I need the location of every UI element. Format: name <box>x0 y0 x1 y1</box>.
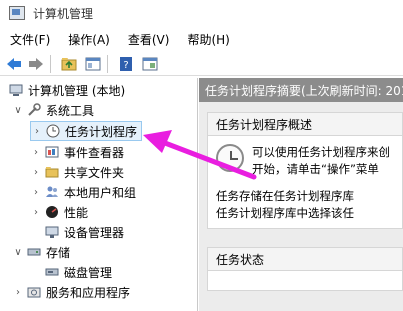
chevron-down-icon[interactable]: ∨ <box>12 105 24 116</box>
summary-header: 任务计划程序摘要(上次刷新时间: 2017 <box>199 78 403 102</box>
chevron-right-icon[interactable]: › <box>30 147 42 158</box>
tree-item-device-manager[interactable]: 设备管理器 <box>42 222 124 242</box>
summary-body: 任务计划程序概述 可以使用任务计划程序来创 开始，请单击“操作”菜单 任务存储在… <box>199 102 403 311</box>
toolbar-separator <box>50 54 51 73</box>
toolbar-separator <box>107 54 108 73</box>
computer-management-icon <box>9 6 25 20</box>
tree-item-root[interactable]: 计算机管理 (本地) <box>6 80 125 100</box>
shared-folder-icon <box>45 165 59 179</box>
tree-label-device-manager: 设备管理器 <box>64 225 125 240</box>
console-tree-icon[interactable] <box>83 54 103 74</box>
tree-label-storage: 存储 <box>46 245 71 260</box>
tree-item-storage[interactable]: ∨ 存储 <box>12 242 70 262</box>
services-icon <box>27 285 41 299</box>
tree-item-local-users[interactable]: › 本地用户和组 <box>30 182 136 202</box>
tree-label-task-scheduler: 任务计划程序 <box>65 124 138 139</box>
tree-item-event-viewer[interactable]: › 事件查看器 <box>30 142 124 162</box>
tree-item-task-scheduler[interactable]: › 任务计划程序 <box>30 121 143 141</box>
computer-icon <box>9 83 23 97</box>
status-section-title[interactable]: 任务状态 <box>207 247 403 271</box>
properties-icon[interactable] <box>140 54 160 74</box>
chevron-right-icon[interactable]: › <box>30 167 42 178</box>
overview-line-2: 开始，请单击“操作”菜单 <box>252 162 379 176</box>
back-arrow-icon[interactable] <box>4 54 24 74</box>
window-title: 计算机管理 <box>33 6 94 21</box>
chevron-down-icon[interactable]: ∨ <box>12 247 24 258</box>
console-tree: 计算机管理 (本地) ∨ 系统工具 › 任务计划程序 › 事件查看器 › 共享文… <box>0 78 198 311</box>
menu-file[interactable]: 文件(F) <box>0 31 58 48</box>
tree-item-performance[interactable]: › 性能 <box>30 202 88 222</box>
svg-text:?: ? <box>123 60 128 71</box>
clock-icon <box>46 124 60 138</box>
overview-line-4: 任务计划程序库中选择该任 <box>216 206 354 220</box>
overview-line-3: 任务存储在任务计划程序库 <box>216 189 354 203</box>
performance-icon <box>45 205 59 219</box>
device-manager-icon <box>45 225 59 239</box>
menu-help[interactable]: 帮助(H) <box>177 31 237 48</box>
tree-item-shared-folders[interactable]: › 共享文件夹 <box>30 162 124 182</box>
disk-icon <box>45 265 59 279</box>
up-folder-icon[interactable] <box>59 54 79 74</box>
tree-label-root: 计算机管理 (本地) <box>28 83 126 98</box>
event-viewer-icon <box>45 145 59 159</box>
tools-icon <box>27 103 41 117</box>
overview-section-panel: 可以使用任务计划程序来创 开始，请单击“操作”菜单 任务存储在任务计划程序库 任… <box>207 136 403 229</box>
menu-action[interactable]: 操作(A) <box>58 31 118 48</box>
menu-bar: 文件(F) 操作(A) 查看(V) 帮助(H) <box>0 28 403 50</box>
tree-label-disk-management: 磁盘管理 <box>64 265 113 280</box>
overview-section-title[interactable]: 任务计划程序概述 <box>207 112 403 136</box>
tree-item-disk-management[interactable]: 磁盘管理 <box>42 262 112 282</box>
chevron-right-icon[interactable]: › <box>31 126 43 137</box>
storage-icon <box>27 245 41 259</box>
title-bar: 计算机管理 <box>0 0 403 26</box>
tree-item-system-tools[interactable]: ∨ 系统工具 <box>12 100 94 120</box>
clock-icon <box>216 144 244 172</box>
help-icon[interactable]: ? <box>116 54 136 74</box>
overview-intro: 可以使用任务计划程序来创 开始，请单击“操作”菜单 <box>216 144 402 178</box>
chevron-right-icon[interactable]: › <box>12 287 24 298</box>
tree-label-services-apps: 服务和应用程序 <box>46 285 131 300</box>
tree-label-performance: 性能 <box>64 205 89 220</box>
chevron-right-icon[interactable]: › <box>30 187 42 198</box>
details-pane: 任务计划程序摘要(上次刷新时间: 2017 任务计划程序概述 可以使用任务计划程… <box>199 78 403 311</box>
menu-view[interactable]: 查看(V) <box>118 31 178 48</box>
chevron-right-icon[interactable]: › <box>30 207 42 218</box>
tree-label-event-viewer: 事件查看器 <box>64 145 125 160</box>
status-section-panel <box>207 271 403 291</box>
forward-arrow-icon[interactable] <box>26 54 46 74</box>
tree-label-system-tools: 系统工具 <box>46 103 95 118</box>
users-icon <box>45 185 59 199</box>
tree-item-services-apps[interactable]: › 服务和应用程序 <box>12 282 130 302</box>
toolbar: ? <box>0 52 403 76</box>
tree-label-shared-folders: 共享文件夹 <box>64 165 125 180</box>
tree-label-local-users: 本地用户和组 <box>64 185 137 200</box>
